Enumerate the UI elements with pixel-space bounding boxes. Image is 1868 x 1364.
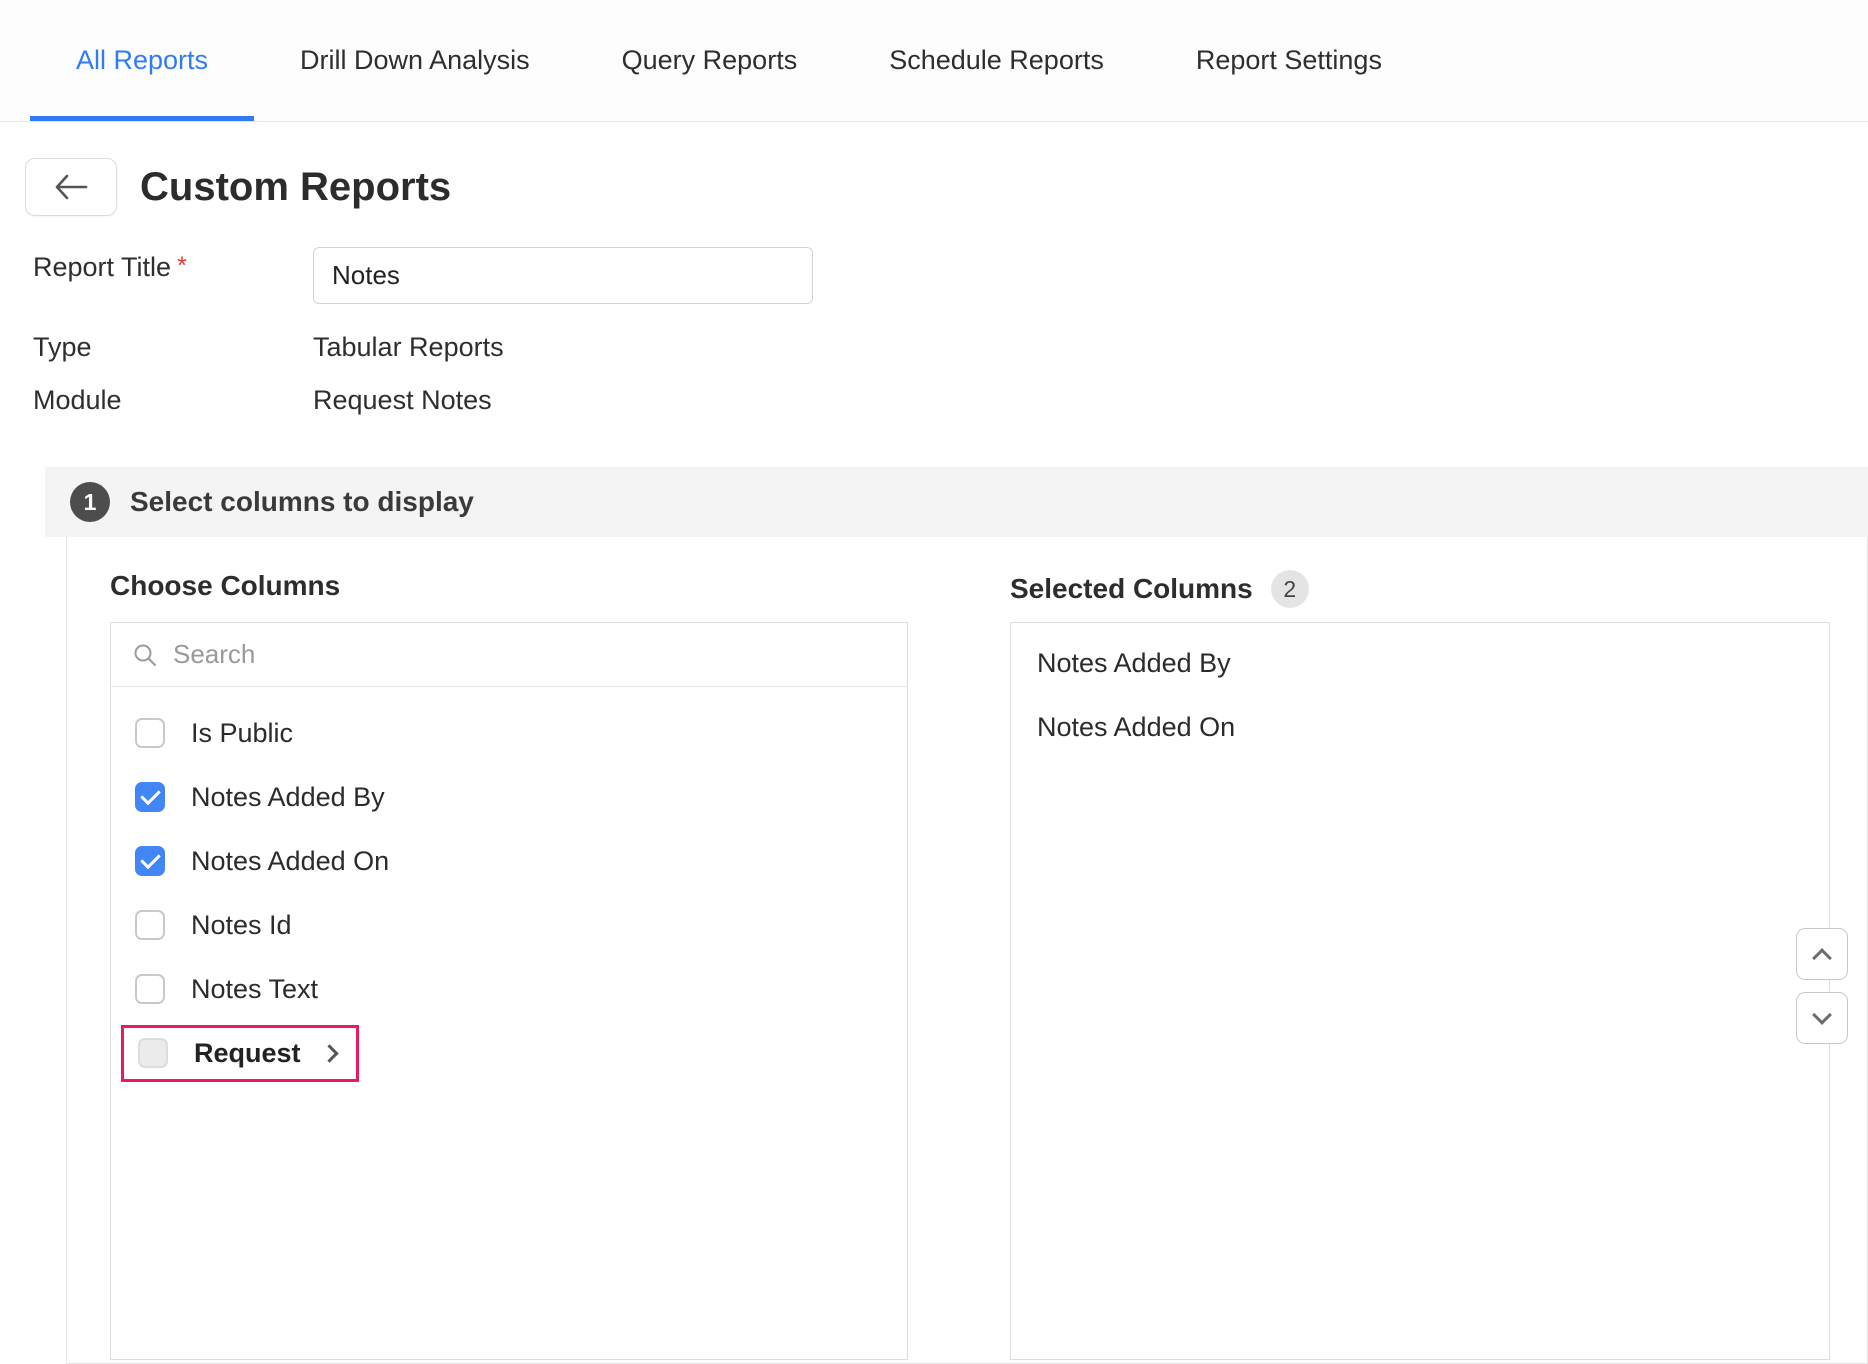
option-inner: Notes Text — [135, 974, 318, 1005]
highlighted-option-box: Request — [121, 1025, 359, 1082]
selected-count-badge: 2 — [1271, 570, 1309, 608]
tab-all-reports[interactable]: All Reports — [30, 0, 254, 121]
chevron-down-icon — [1812, 1005, 1832, 1025]
step-number-badge: 1 — [70, 482, 110, 522]
module-value: Request Notes — [313, 385, 492, 416]
report-title-input[interactable] — [313, 247, 813, 304]
report-title-label: Report Title* — [33, 252, 187, 283]
column-option-label: Is Public — [191, 718, 293, 749]
checkbox-unchecked[interactable] — [135, 910, 165, 940]
back-button[interactable] — [25, 158, 117, 216]
column-option-request[interactable]: Request — [111, 1021, 907, 1085]
report-title-label-text: Report Title — [33, 252, 171, 282]
section-title: Select columns to display — [130, 486, 474, 518]
selected-column-notes-added-on[interactable]: Notes Added On — [1011, 695, 1829, 759]
checkbox-checked[interactable] — [135, 846, 165, 876]
selected-columns-list: Notes Added ByNotes Added On — [1011, 623, 1829, 759]
move-down-button[interactable] — [1796, 992, 1848, 1044]
option-inner: Is Public — [135, 718, 293, 749]
chevron-up-icon — [1812, 948, 1832, 968]
search-row — [111, 623, 907, 687]
checkbox-unchecked[interactable] — [135, 974, 165, 1004]
column-option-notes-id[interactable]: Notes Id — [111, 893, 907, 957]
column-option-notes-text[interactable]: Notes Text — [111, 957, 907, 1021]
tab-report-settings[interactable]: Report Settings — [1150, 0, 1428, 121]
column-option-notes-added-on[interactable]: Notes Added On — [111, 829, 907, 893]
selected-columns-heading: Selected Columns 2 — [1010, 570, 1309, 608]
column-option-label: Notes Text — [191, 974, 318, 1005]
search-icon — [133, 643, 157, 667]
tab-bar: All ReportsDrill Down AnalysisQuery Repo… — [0, 0, 1868, 122]
move-up-button[interactable] — [1796, 928, 1848, 980]
arrow-left-icon — [54, 174, 88, 200]
selected-column-notes-added-by[interactable]: Notes Added By — [1011, 631, 1829, 695]
chevron-right-icon[interactable] — [320, 1044, 338, 1062]
module-label: Module — [33, 385, 122, 416]
type-label: Type — [33, 332, 92, 363]
column-option-label: Request — [194, 1038, 301, 1069]
option-inner: Notes Added On — [135, 846, 389, 877]
choose-columns-heading: Choose Columns — [110, 570, 340, 602]
tab-drill-down-analysis[interactable]: Drill Down Analysis — [254, 0, 576, 121]
selected-columns-heading-text: Selected Columns — [1010, 573, 1253, 605]
tab-query-reports[interactable]: Query Reports — [576, 0, 844, 121]
required-asterisk: * — [177, 252, 187, 280]
search-input[interactable] — [173, 639, 885, 670]
section-header: 1 Select columns to display — [45, 467, 1868, 537]
type-value: Tabular Reports — [313, 332, 504, 363]
option-inner: Notes Added By — [135, 782, 385, 813]
checkbox-unchecked[interactable] — [138, 1038, 168, 1068]
option-inner: Notes Id — [135, 910, 292, 941]
column-option-label: Notes Id — [191, 910, 292, 941]
page-title: Custom Reports — [140, 165, 451, 210]
column-option-label: Notes Added By — [191, 782, 385, 813]
selected-columns-listbox: Notes Added ByNotes Added On — [1010, 622, 1830, 1360]
column-option-label: Notes Added On — [191, 846, 389, 877]
tab-schedule-reports[interactable]: Schedule Reports — [843, 0, 1150, 121]
checkbox-checked[interactable] — [135, 782, 165, 812]
choose-columns-listbox: Is Public Notes Added By Notes Added On Not… — [110, 622, 908, 1360]
checkbox-unchecked[interactable] — [135, 718, 165, 748]
column-option-is-public[interactable]: Is Public — [111, 701, 907, 765]
choose-columns-list: Is Public Notes Added By Notes Added On Not… — [111, 687, 907, 1085]
column-option-notes-added-by[interactable]: Notes Added By — [111, 765, 907, 829]
